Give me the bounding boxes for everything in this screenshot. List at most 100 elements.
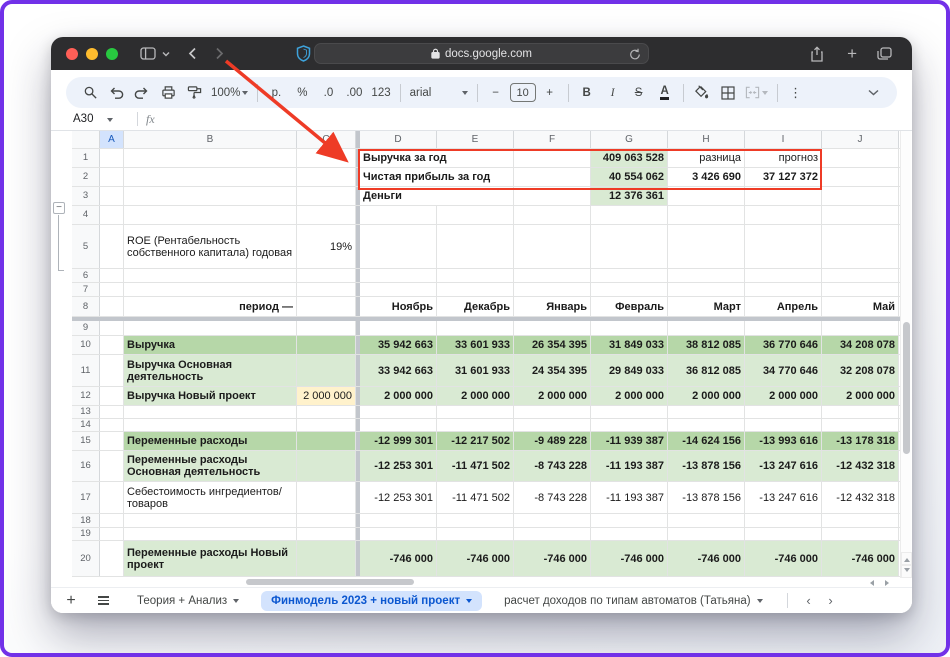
cell-C11[interactable] [297,355,356,386]
cell-J12[interactable]: 2 000 000 [822,387,899,405]
cell-I16[interactable]: -13 247 616 [745,451,822,481]
vertical-scrollbar[interactable] [900,131,911,578]
cell-J7[interactable] [822,283,899,296]
cell-D15[interactable]: -12 999 301 [360,432,437,450]
cell-B12[interactable]: Выручка Новый проект [124,387,297,405]
cell-C19[interactable] [297,528,356,540]
cell-C16[interactable] [297,451,356,481]
cell-C1[interactable] [297,149,356,167]
cell-F5[interactable] [514,225,591,268]
cell-B8[interactable]: период — [124,297,297,316]
cell-J2[interactable] [822,168,899,186]
percent-format-button[interactable]: % [290,81,314,105]
cell-B9[interactable] [124,321,297,335]
cell-H19[interactable] [668,528,745,540]
cell-H6[interactable] [668,269,745,282]
cell-H15[interactable]: -14 624 156 [668,432,745,450]
increase-decimal-button[interactable]: .00 [342,81,366,105]
cell-A5[interactable] [100,225,124,268]
cell-B11[interactable]: Выручка Основная деятельность [124,355,297,386]
row-header-10[interactable]: 10 [72,336,100,354]
bold-button[interactable]: B [575,81,599,105]
cell-C10[interactable] [297,336,356,354]
fullscreen-window-button[interactable] [106,48,118,60]
cell-I13[interactable] [745,406,822,418]
cell-A17[interactable] [100,482,124,513]
cell-H1[interactable]: разница [668,149,745,167]
borders-button[interactable] [716,81,740,105]
paint-format-button[interactable] [182,81,206,105]
cell-D7[interactable] [360,283,437,296]
cell-F13[interactable] [514,406,591,418]
cell-B2[interactable] [124,168,297,186]
tab-raschet-dohodov[interactable]: расчет доходов по типам автоматов (Татья… [494,591,772,611]
row-header-7[interactable]: 7 [72,283,100,296]
cell-F15[interactable]: -9 489 228 [514,432,591,450]
new-tab-icon[interactable]: + [847,44,857,64]
cell-D3[interactable]: Деньги [360,187,437,205]
cell-E18[interactable] [437,514,514,527]
cell-I3[interactable] [745,187,822,205]
cell-J19[interactable] [822,528,899,540]
row-header-6[interactable]: 6 [72,269,100,282]
font-size-decrease-button[interactable]: − [484,81,508,105]
cell-D12[interactable]: 2 000 000 [360,387,437,405]
cell-F1[interactable] [514,149,591,167]
cell-I9[interactable] [745,321,822,335]
select-all-corner[interactable] [72,131,100,148]
cell-I4[interactable] [745,206,822,224]
cell-H20[interactable]: -746 000 [668,541,745,576]
cell-F9[interactable] [514,321,591,335]
cell-F8[interactable]: Январь [514,297,591,316]
redo-button[interactable] [130,81,154,105]
cell-I8[interactable]: Апрель [745,297,822,316]
url-bar[interactable]: docs.google.com [314,43,649,64]
cell-B4[interactable] [124,206,297,224]
font-size-input[interactable]: 10 [510,83,536,102]
font-select[interactable]: arial [407,81,471,105]
share-icon[interactable] [810,46,824,62]
close-window-button[interactable] [66,48,78,60]
row-header-14[interactable]: 14 [72,419,100,431]
currency-format-button[interactable]: р. [264,81,288,105]
decrease-decimal-button[interactable]: .0 [316,81,340,105]
cell-E15[interactable]: -12 217 502 [437,432,514,450]
cell-G16[interactable]: -11 193 387 [591,451,668,481]
scroll-left-button[interactable] [863,578,878,587]
cell-I12[interactable]: 2 000 000 [745,387,822,405]
cell-B5[interactable]: ROE (Рентабельность собственного капитал… [124,225,297,268]
cell-C7[interactable] [297,283,356,296]
cell-C13[interactable] [297,406,356,418]
cell-D9[interactable] [360,321,437,335]
cell-C3[interactable] [297,187,356,205]
tab-finmodel-2023[interactable]: Финмодель 2023 + новый проект [261,591,482,611]
column-header-D[interactable]: D [360,131,437,148]
row-header-5[interactable]: 5 [72,225,100,268]
cell-D8[interactable]: Ноябрь [360,297,437,316]
add-sheet-button[interactable]: + [59,590,83,612]
cell-J5[interactable] [822,225,899,268]
more-button[interactable]: ⋮ [784,81,808,105]
cell-B16[interactable]: Переменные расходы Основная деятельность [124,451,297,481]
cell-D4[interactable] [360,206,437,224]
cell-A10[interactable] [100,336,124,354]
cell-H8[interactable]: Март [668,297,745,316]
row-header-18[interactable]: 18 [72,514,100,527]
cell-J4[interactable] [822,206,899,224]
cell-I6[interactable] [745,269,822,282]
cell-D20[interactable]: -746 000 [360,541,437,576]
font-size-increase-button[interactable]: + [538,81,562,105]
cell-A16[interactable] [100,451,124,481]
cell-F17[interactable]: -8 743 228 [514,482,591,513]
cell-B13[interactable] [124,406,297,418]
fill-color-button[interactable] [690,81,714,105]
cell-E20[interactable]: -746 000 [437,541,514,576]
cell-H11[interactable]: 36 812 085 [668,355,745,386]
row-header-17[interactable]: 17 [72,482,100,513]
cell-C12[interactable]: 2 000 000 [297,387,356,405]
cell-H3[interactable] [668,187,745,205]
cell-B20[interactable]: Переменные расходы Новый проект [124,541,297,576]
cell-A12[interactable] [100,387,124,405]
column-header-B[interactable]: B [124,131,297,148]
reload-icon[interactable] [629,48,641,61]
